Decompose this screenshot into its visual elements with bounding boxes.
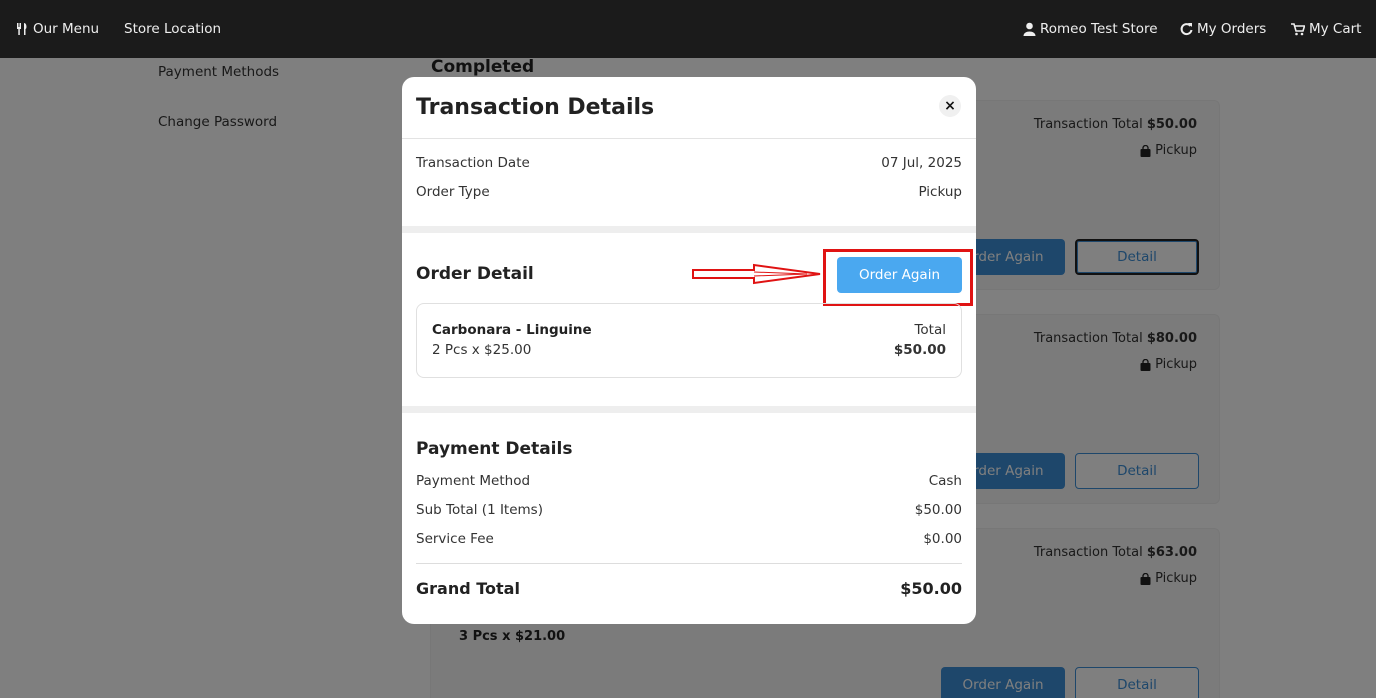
- grand-total-row: Grand Total $50.00: [416, 579, 962, 598]
- item-name: Carbonara - Linguine: [432, 322, 592, 338]
- nav-my-cart-label: My Cart: [1309, 21, 1362, 37]
- section-divider: [402, 406, 976, 413]
- close-icon: ×: [944, 98, 956, 114]
- cart-icon: [1291, 23, 1305, 36]
- annotation-arrow-icon: [692, 263, 821, 285]
- subtotal-row: Sub Total (1 Items) $50.00: [416, 502, 962, 518]
- service-fee-label: Service Fee: [416, 531, 494, 547]
- item-qty: 2 Pcs x $25.00: [432, 342, 532, 358]
- item-total-value: $50.00: [893, 342, 946, 358]
- refresh-icon: [1180, 23, 1193, 36]
- grand-total-label: Grand Total: [416, 579, 520, 598]
- service-fee-value: $0.00: [923, 531, 962, 547]
- section-divider: [402, 226, 976, 233]
- order-type-value: Pickup: [918, 184, 962, 200]
- subtotal-value: $50.00: [914, 502, 962, 518]
- nav-my-orders[interactable]: My Orders: [1180, 0, 1266, 58]
- nav-our-menu-label: Our Menu: [33, 21, 100, 37]
- transaction-details-modal: Transaction Details × Transaction Date 0…: [402, 77, 976, 624]
- service-fee-row: Service Fee $0.00: [416, 531, 962, 547]
- subtotal-label: Sub Total (1 Items): [416, 502, 543, 518]
- transaction-date-value: 07 Jul, 2025: [881, 155, 962, 171]
- order-item-card: Carbonara - Linguine 2 Pcs x $25.00 Tota…: [416, 303, 962, 378]
- order-type-row: Order Type Pickup: [416, 184, 962, 200]
- modal-title: Transaction Details: [416, 95, 655, 120]
- nav-my-cart[interactable]: My Cart: [1291, 0, 1361, 58]
- nav-our-menu[interactable]: Our Menu: [16, 0, 99, 58]
- order-detail-title: Order Detail: [416, 264, 534, 284]
- transaction-date-label: Transaction Date: [416, 155, 530, 171]
- nav-my-orders-label: My Orders: [1197, 21, 1267, 37]
- nav-store-location[interactable]: Store Location: [124, 0, 221, 58]
- nav-account[interactable]: Romeo Test Store: [1023, 0, 1158, 58]
- summary-divider: [416, 563, 962, 564]
- top-navbar: Our Menu Store Location Romeo Test Store…: [0, 0, 1376, 58]
- fork-knife-icon: [17, 23, 27, 35]
- payment-method-row: Payment Method Cash: [416, 473, 962, 489]
- user-icon: [1023, 22, 1036, 36]
- payment-method-value: Cash: [928, 473, 962, 489]
- payment-method-label: Payment Method: [416, 473, 531, 489]
- nav-store-name: Romeo Test Store: [1040, 21, 1158, 37]
- transaction-date-row: Transaction Date 07 Jul, 2025: [416, 155, 962, 171]
- annotation-highlight-box: [823, 249, 973, 306]
- header-divider: [402, 138, 976, 139]
- close-button[interactable]: ×: [939, 95, 961, 117]
- payment-details-title: Payment Details: [416, 439, 573, 459]
- grand-total-value: $50.00: [900, 579, 962, 598]
- order-type-label: Order Type: [416, 184, 490, 200]
- item-total-label: Total: [914, 322, 946, 338]
- nav-store-location-label: Store Location: [124, 21, 222, 37]
